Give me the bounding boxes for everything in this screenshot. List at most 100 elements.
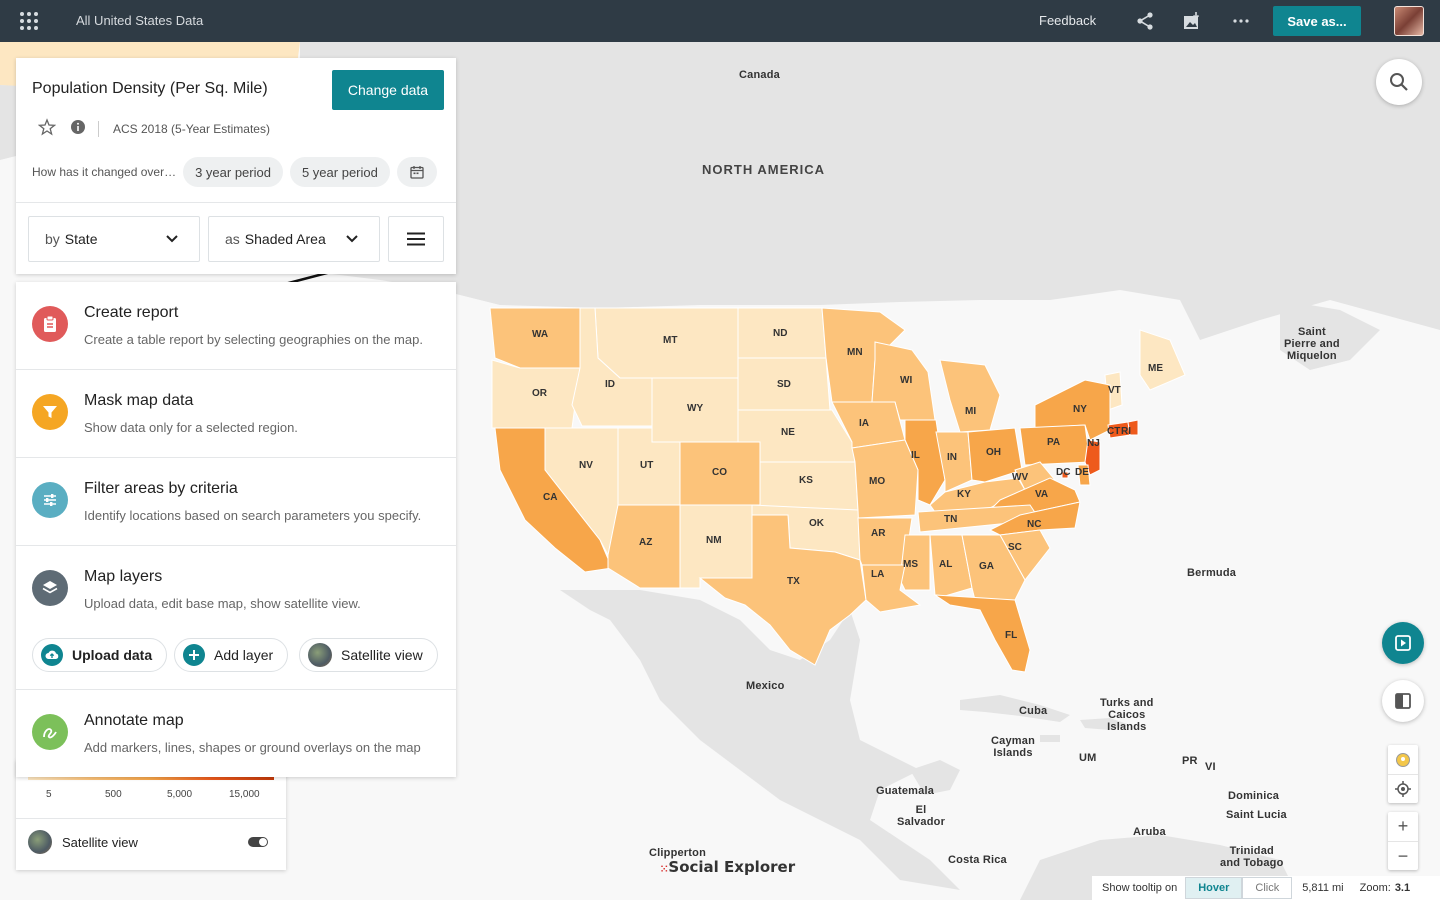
state-label-vt: VT xyxy=(1108,385,1121,396)
split-view-icon xyxy=(1395,693,1411,709)
variable-title[interactable]: Population Density (Per Sq. Mile) xyxy=(32,80,268,98)
share-icon[interactable] xyxy=(1135,11,1155,31)
upload-data-button[interactable]: Upload data xyxy=(32,638,168,672)
survey-source: ACS 2018 (5-Year Estimates) xyxy=(113,121,270,136)
annotate-map-desc: Add markers, lines, shapes or ground ove… xyxy=(84,740,421,755)
state-label-va: VA xyxy=(1035,489,1049,500)
zoom-out-button[interactable]: − xyxy=(1388,841,1418,870)
state-label-wa: WA xyxy=(532,329,549,340)
period-3-year-button[interactable]: 3 year period xyxy=(183,157,283,187)
label-saint-lucia: Saint Lucia xyxy=(1226,809,1287,821)
legend-tick: 5,000 xyxy=(167,789,193,800)
apps-grid-icon[interactable] xyxy=(20,12,40,30)
hamburger-menu-icon xyxy=(407,232,425,246)
label-el-salvador: El Salvador xyxy=(897,804,946,828)
save-as-button[interactable]: Save as... xyxy=(1273,6,1361,36)
search-button[interactable] xyxy=(1376,59,1422,105)
label-costa-rica: Costa Rica xyxy=(948,854,1007,866)
funnel-icon xyxy=(32,394,68,430)
state-label-nd: ND xyxy=(773,328,788,339)
tooltip-mode-label: Show tooltip on xyxy=(1102,882,1178,894)
state-mi[interactable] xyxy=(939,359,1001,433)
legend-divider xyxy=(16,818,286,819)
menu-toggle-button[interactable] xyxy=(388,216,444,262)
info-icon[interactable] xyxy=(70,119,86,138)
create-report-item[interactable]: Create report Create a table report by s… xyxy=(16,282,456,370)
filter-areas-item[interactable]: Filter areas by criteria Identify locati… xyxy=(16,458,456,546)
scale-readout: 5,811 mi xyxy=(1302,882,1344,894)
feedback-link[interactable]: Feedback xyxy=(1039,13,1096,28)
state-ks[interactable] xyxy=(759,461,859,511)
social-explorer-logo[interactable]: ⁙Social Explorer xyxy=(660,858,795,876)
change-data-button[interactable]: Change data xyxy=(332,70,444,110)
state-me[interactable] xyxy=(1139,329,1186,391)
state-label-mi: MI xyxy=(965,406,977,417)
label-bermuda: Bermuda xyxy=(1187,567,1237,579)
play-slide-icon xyxy=(1395,635,1411,651)
state-label-ne: NE xyxy=(781,427,795,438)
state-label-il: IL xyxy=(911,450,920,461)
period-5-year-button[interactable]: 5 year period xyxy=(289,157,390,187)
sliders-icon xyxy=(32,482,68,518)
search-icon xyxy=(1390,73,1408,91)
label-um: UM xyxy=(1079,752,1097,764)
geography-level-dropdown[interactable]: by State xyxy=(28,216,200,262)
squiggle-pen-icon xyxy=(32,714,68,750)
state-label-de: DE xyxy=(1075,467,1089,478)
state-label-ny: NY xyxy=(1073,404,1087,415)
visualization-type-dropdown[interactable]: as Shaded Area xyxy=(208,216,380,262)
change-over-prompt: How has it changed over… xyxy=(32,165,177,179)
zoom-in-button[interactable]: + xyxy=(1388,812,1418,841)
layers-icon xyxy=(32,570,68,606)
chevron-down-icon xyxy=(346,235,358,243)
calendar-icon xyxy=(410,166,424,179)
map-layers-title[interactable]: Map layers xyxy=(84,568,162,586)
state-label-nj: NJ xyxy=(1087,438,1100,449)
logo-text: Social Explorer xyxy=(668,858,796,876)
period-row: How has it changed over… 3 year period 5… xyxy=(32,157,437,187)
state-nm[interactable] xyxy=(679,504,753,589)
label-turks-caicos: Turks and Caicos Islands xyxy=(1100,697,1154,733)
data-panel: Population Density (Per Sq. Mile) Change… xyxy=(16,58,456,274)
upload-data-label: Upload data xyxy=(72,647,153,663)
more-options-icon[interactable] xyxy=(1231,11,1251,31)
location-stack xyxy=(1388,745,1418,803)
add-layer-button[interactable]: Add layer xyxy=(174,638,289,672)
user-avatar[interactable] xyxy=(1394,6,1424,36)
label-guatemala: Guatemala xyxy=(876,785,935,797)
state-label-nc: NC xyxy=(1027,519,1042,530)
filter-areas-title: Filter areas by criteria xyxy=(84,480,238,497)
create-report-desc: Create a table report by selecting geogr… xyxy=(84,332,423,347)
state-label-dc: DC xyxy=(1056,467,1071,478)
state-label-ca: CA xyxy=(543,492,558,503)
plus-icon xyxy=(183,644,205,666)
mask-map-data-item[interactable]: Mask map data Show data only for a selec… xyxy=(16,370,456,458)
my-location-button[interactable] xyxy=(1388,774,1418,803)
calendar-button[interactable] xyxy=(396,157,437,187)
presentation-button[interactable] xyxy=(1382,622,1424,664)
annotate-map-item[interactable]: Annotate map Add markers, lines, shapes … xyxy=(16,690,456,777)
state-label-ms: MS xyxy=(903,559,918,570)
export-image-icon[interactable] xyxy=(1182,11,1202,31)
state-label-sc: SC xyxy=(1008,542,1022,553)
upload-cloud-icon xyxy=(41,644,63,666)
state-label-ri: RI xyxy=(1121,426,1131,437)
state-label-or: OR xyxy=(532,388,547,399)
swipe-compare-button[interactable] xyxy=(1382,680,1424,722)
state-label-la: LA xyxy=(871,569,885,580)
tooltip-hover-toggle[interactable]: Hover xyxy=(1185,877,1243,899)
satellite-label: Satellite view xyxy=(62,834,138,850)
app-title[interactable]: All United States Data xyxy=(76,13,203,28)
state-label-ar: AR xyxy=(871,528,886,539)
panel-divider xyxy=(16,202,456,203)
satellite-view-button[interactable]: Satellite view xyxy=(299,638,438,672)
state-label-ut: UT xyxy=(640,460,654,471)
satellite-toggle[interactable] xyxy=(248,837,268,847)
pin-button[interactable] xyxy=(1388,745,1418,774)
tooltip-click-toggle[interactable]: Click xyxy=(1242,877,1293,899)
chevron-down-icon xyxy=(166,235,178,243)
favorite-star-icon[interactable] xyxy=(37,118,57,139)
create-report-title: Create report xyxy=(84,304,179,321)
label-cayman: Cayman Islands xyxy=(991,735,1035,759)
state-label-nv: NV xyxy=(579,460,593,471)
